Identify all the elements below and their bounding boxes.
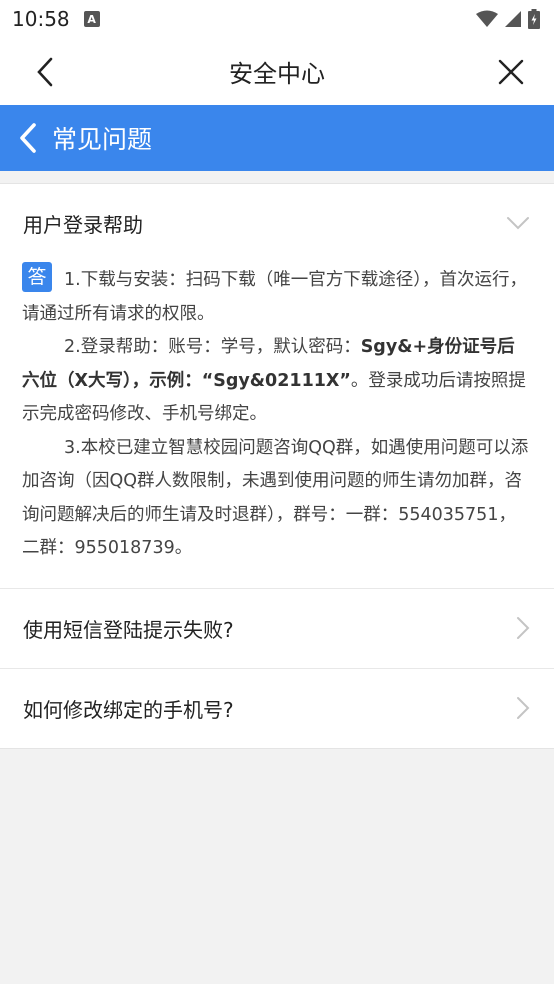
wifi-icon — [476, 10, 498, 27]
faq-item-login-help[interactable]: 用户登录帮助 — [0, 184, 554, 262]
notification-icon: A — [83, 11, 100, 27]
chevron-right-icon — [517, 617, 530, 639]
divider — [0, 171, 554, 184]
faq-item-change-phone[interactable]: 如何修改绑定的手机号? — [0, 667, 554, 748]
close-button[interactable] — [494, 55, 528, 89]
back-button[interactable] — [28, 55, 62, 89]
status-bar: 10:58 A — [0, 0, 554, 38]
answer-paragraph-1: 答 1.下载与安装：扫码下载（唯一官方下载途径），首次运行，请通过所有请求的权限。 — [22, 262, 532, 331]
faq-question: 用户登录帮助 — [23, 212, 143, 237]
chevron-left-icon — [20, 123, 36, 153]
faq-list: 用户登录帮助 答 1.下载与安装：扫码下载（唯一官方下载途径），首次运行，请通过所… — [0, 184, 554, 749]
signal-icon — [505, 11, 521, 27]
faq-question: 使用短信登陆提示失败? — [23, 617, 234, 642]
answer-paragraph-3: 3.本校已建立智慧校园问题咨询QQ群，如遇使用问题可以添加咨询（因QQ群人数限制… — [22, 437, 529, 559]
nav-bar: 安全中心 — [0, 38, 554, 105]
answer-badge: 答 — [22, 262, 52, 292]
faq-answer: 答 1.下载与安装：扫码下载（唯一官方下载途径），首次运行，请通过所有请求的权限。… — [0, 262, 554, 588]
status-time: 10:58 — [12, 7, 70, 31]
faq-header: 常见问题 — [0, 105, 554, 171]
answer-paragraph-2: 2.登录帮助：账号：学号，默认密码：Sgy&+身份证号后六位（X大写），示例：“… — [22, 337, 526, 424]
faq-back-button[interactable] — [18, 122, 38, 154]
faq-header-title: 常见问题 — [52, 125, 153, 154]
battery-icon — [528, 9, 540, 29]
page-title: 安全中心 — [229, 60, 325, 88]
chevron-right-icon — [517, 697, 530, 719]
close-icon — [498, 59, 524, 84]
chevron-down-icon — [507, 217, 529, 230]
faq-question: 如何修改绑定的手机号? — [23, 697, 234, 722]
faq-item-sms-login[interactable]: 使用短信登陆提示失败? — [0, 587, 554, 668]
chevron-left-icon — [37, 57, 53, 86]
